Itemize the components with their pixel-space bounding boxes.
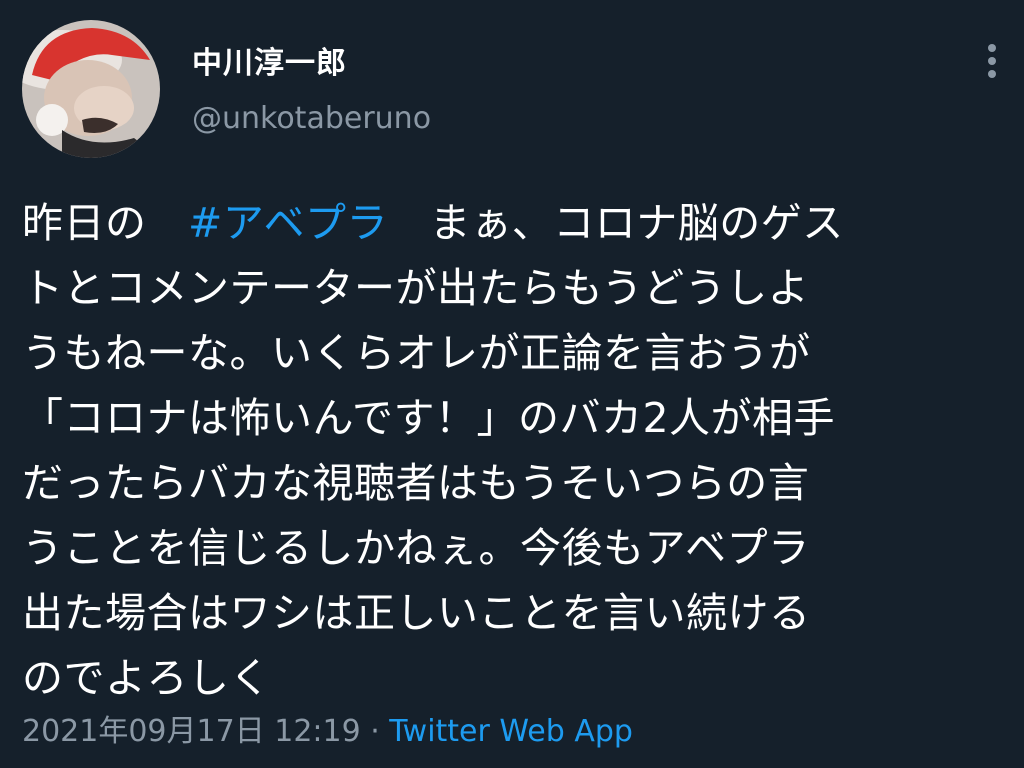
- meta-separator: ·: [360, 714, 390, 749]
- tweet-text-segment: まぁ、コロナ脳のゲス: [388, 199, 844, 247]
- tweet-line: 出た場合はワシは正しいことを言い続ける: [22, 589, 811, 637]
- tweet-line: うことを信じるしかねぇ。今後もアベプラ: [22, 524, 810, 572]
- tweet-line: 「コロナは怖いんです！」のバカ2人が相手: [22, 394, 836, 442]
- display-name[interactable]: 中川淳一郎: [192, 38, 347, 82]
- more-options-button[interactable]: [972, 38, 1012, 82]
- tweet-meta: 2021年09月17日 12:19 · Twitter Web App: [22, 706, 633, 750]
- timestamp-link[interactable]: 2021年09月17日 12:19: [22, 714, 361, 749]
- tweet-line: 昨日の #アベプラ まぁ、コロナ脳のゲス: [22, 191, 1006, 256]
- hashtag-link[interactable]: #アベプラ: [188, 199, 388, 247]
- tweet-text-segment: 昨日の: [22, 199, 188, 247]
- source-app-link[interactable]: Twitter Web App: [389, 714, 633, 749]
- tweet-line: だったらバカな視聴者はもうそいつらの言: [22, 459, 810, 507]
- avatar[interactable]: [22, 20, 160, 158]
- tweet-text: 昨日の #アベプラ まぁ、コロナ脳のゲス トとコメンテーターが出たらもうどうしよ…: [22, 191, 1006, 711]
- user-handle[interactable]: @unkotaberuno: [192, 101, 431, 136]
- tweet-line: のでよろしく: [22, 654, 271, 702]
- avatar-image: [22, 20, 160, 158]
- more-vertical-icon: [972, 38, 1012, 78]
- tweet-detail: 中川淳一郎 @unkotaberuno 昨日の #アベプラ まぁ、コロナ脳のゲス…: [0, 0, 1024, 768]
- tweet-line: うもねーな。いくらオレが正論を言おうが: [22, 329, 811, 377]
- tweet-line: トとコメンテーターが出たらもうどうしよ: [22, 264, 810, 312]
